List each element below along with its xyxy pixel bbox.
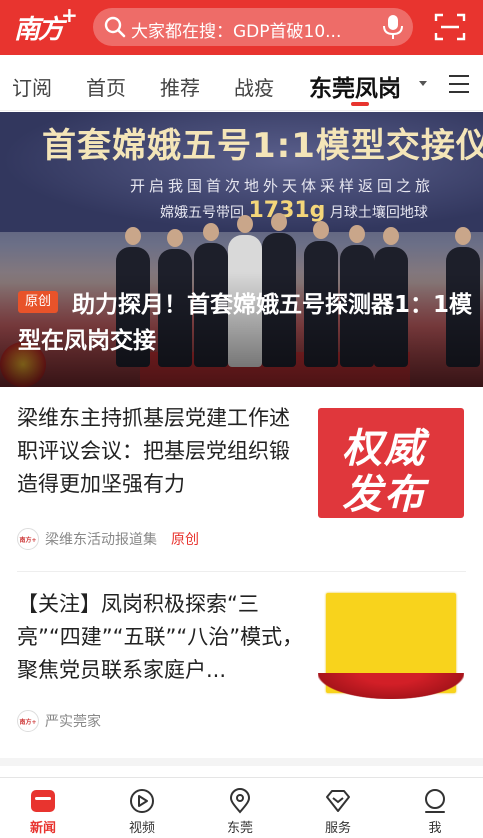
thumb-text-line2: 发布 (342, 472, 426, 518)
nav-label: 我 (428, 821, 442, 836)
nav-dongguan[interactable]: 东莞 (205, 784, 275, 836)
top-header: 南方 + 大家都在搜：GDP首破10... (0, 0, 483, 55)
article-meta: 南方+ 梁维东活动报道集 原创 (17, 528, 199, 550)
bottom-navigation: 新闻 视频 东莞 服务 我 (0, 777, 483, 838)
article-source[interactable]: 严实莞家 (45, 711, 101, 731)
article-thumbnail[interactable] (318, 591, 464, 702)
search-icon (104, 16, 126, 38)
tab-epidemic[interactable]: 战疫 (234, 72, 274, 101)
video-icon (130, 789, 154, 813)
profile-icon (425, 789, 445, 813)
search-bar[interactable]: 大家都在搜：GDP首破10... (93, 8, 413, 46)
source-avatar[interactable]: 南方+ (17, 528, 39, 550)
nav-label: 视频 (128, 821, 155, 836)
app-logo[interactable]: 南方 + (14, 3, 78, 45)
logo-plus: + (61, 3, 78, 27)
nav-news[interactable]: 新闻 (8, 784, 78, 836)
hero-image-caption: 嫦娥五号带回 1731g 月球土壤回地球 (160, 198, 428, 223)
nav-service[interactable]: 服务 (303, 784, 373, 836)
tab-home[interactable]: 首页 (86, 72, 126, 101)
article-source[interactable]: 梁维东活动报道集 (45, 529, 157, 549)
caption-suffix: 月球土壤回地球 (329, 205, 428, 221)
scan-icon[interactable] (434, 12, 466, 42)
location-icon (229, 788, 251, 814)
article-title[interactable]: 梁维东主持抓基层党建工作述职评议会议：把基层党组织锻造得更加坚强有力 (17, 402, 307, 501)
nav-label: 服务 (324, 821, 351, 836)
nav-video[interactable]: 视频 (107, 784, 177, 836)
hero-image-subtitle: 开启我国首次地外天体采样返回之旅 (130, 177, 435, 195)
tab-recommend[interactable]: 推荐 (160, 72, 200, 101)
app-screen: 南方 + 大家都在搜：GDP首破10... 订阅 首页 推荐 战疫 东莞凤岗 首… (0, 0, 483, 838)
caption-prefix: 嫦娥五号带回 (160, 205, 244, 221)
active-tab-indicator (351, 102, 369, 106)
red-ribbon-image (318, 673, 464, 699)
tab-dongguan-fenggang[interactable]: 东莞凤岗 (309, 69, 401, 103)
source-avatar[interactable]: 南方+ (17, 710, 39, 732)
service-icon (326, 790, 350, 812)
menu-icon[interactable] (449, 75, 469, 93)
hero-banner[interactable]: 首套嫦娥五号1:1模型交接仪 开启我国首次地外天体采样返回之旅 嫦娥五号带回 1… (0, 112, 483, 387)
news-icon (31, 790, 55, 812)
hero-image-headline: 首套嫦娥五号1:1模型交接仪 (42, 126, 483, 166)
article-meta: 南方+ 严实莞家 (17, 710, 101, 732)
article-thumbnail[interactable]: 权威 发布 (318, 408, 464, 518)
nav-label: 东莞 (226, 821, 253, 836)
original-tag: 原创 (171, 532, 199, 548)
hero-title[interactable]: 助力探月！首套嫦娥五号探测器1：1模型在凤岗交接 (18, 287, 473, 359)
article-title[interactable]: 【关注】凤岗积极探索“三亮”“四建”“五联”“八治”模式，聚焦党员联系家庭户..… (17, 588, 307, 687)
search-placeholder: 大家都在搜：GDP首破10... (131, 22, 342, 42)
nav-label: 新闻 (29, 821, 56, 836)
mic-icon[interactable] (381, 14, 405, 40)
tab-subscribe[interactable]: 订阅 (12, 72, 52, 101)
caption-value: 1731g (248, 198, 326, 223)
nav-profile[interactable]: 我 (400, 784, 470, 836)
chevron-down-icon[interactable] (419, 81, 427, 86)
logo-text: 南方 (14, 15, 64, 45)
section-gap (0, 758, 483, 766)
channel-tabs: 订阅 首页 推荐 战疫 东莞凤岗 (0, 55, 483, 111)
